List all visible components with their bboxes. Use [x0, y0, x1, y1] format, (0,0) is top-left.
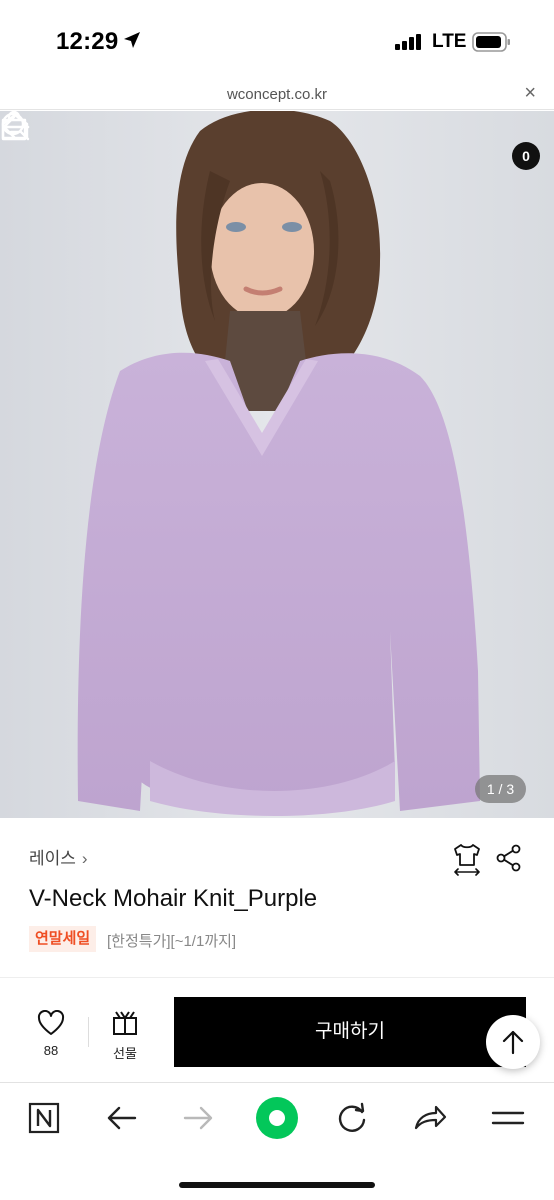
menu-icon[interactable]: [490, 1100, 534, 1136]
size-guide-icon[interactable]: [451, 842, 483, 876]
arrow-up-icon: [502, 1030, 524, 1055]
sale-note: [한정특가][~1/1까지]: [107, 933, 237, 950]
like-button[interactable]: 88: [30, 1009, 72, 1058]
network-type: LTE: [432, 31, 467, 52]
url-bar: wconcept.co.kr ×: [0, 80, 554, 110]
purchase-bar: 88 선물 구매하기: [0, 980, 554, 1080]
product-info: 레이스 › V-Neck Mohair Knit_Purple 연말세일 [한정특…: [0, 818, 554, 978]
home-indicator: [179, 1182, 375, 1188]
back-icon[interactable]: [104, 1100, 148, 1136]
product-title: V-Neck Mohair Knit_Purple: [29, 885, 318, 912]
close-icon[interactable]: ×: [524, 82, 536, 105]
location-arrow-icon: [124, 32, 140, 48]
scroll-to-top-button[interactable]: [486, 1015, 540, 1069]
product-image[interactable]: 0 1 / 3: [0, 111, 554, 818]
image-counter: 1 / 3: [475, 775, 526, 803]
green-dot-icon[interactable]: [254, 1095, 300, 1141]
url-text[interactable]: wconcept.co.kr: [0, 86, 554, 103]
cart-count-badge: 0: [512, 142, 540, 170]
share-icon[interactable]: [495, 844, 523, 872]
model-photo: [0, 111, 554, 818]
like-count: 88: [43, 1043, 59, 1058]
gift-icon: [113, 1011, 137, 1035]
naver-n-icon[interactable]: [26, 1100, 70, 1136]
sale-badge: 연말세일: [29, 926, 97, 952]
gift-label: 선물: [113, 1046, 137, 1061]
status-time: 12:29: [56, 28, 119, 55]
divider: [0, 977, 554, 978]
gift-button[interactable]: 선물: [103, 1010, 147, 1062]
battery-icon: [472, 32, 510, 52]
brand-name: 레이스: [29, 849, 76, 868]
share-icon[interactable]: [412, 1100, 456, 1136]
shopping-bag-icon[interactable]: [0, 111, 28, 141]
buy-button[interactable]: 구매하기: [174, 997, 526, 1067]
status-bar: 12:29 LTE: [0, 0, 554, 80]
forward-icon[interactable]: [180, 1100, 224, 1136]
divider: [88, 1017, 89, 1047]
chevron-right-icon: ›: [81, 849, 88, 868]
brand-link[interactable]: 레이스 ›: [29, 844, 88, 869]
signal-bars-icon: [395, 34, 421, 50]
reload-icon[interactable]: [334, 1100, 378, 1136]
heart-icon: [37, 1009, 65, 1035]
